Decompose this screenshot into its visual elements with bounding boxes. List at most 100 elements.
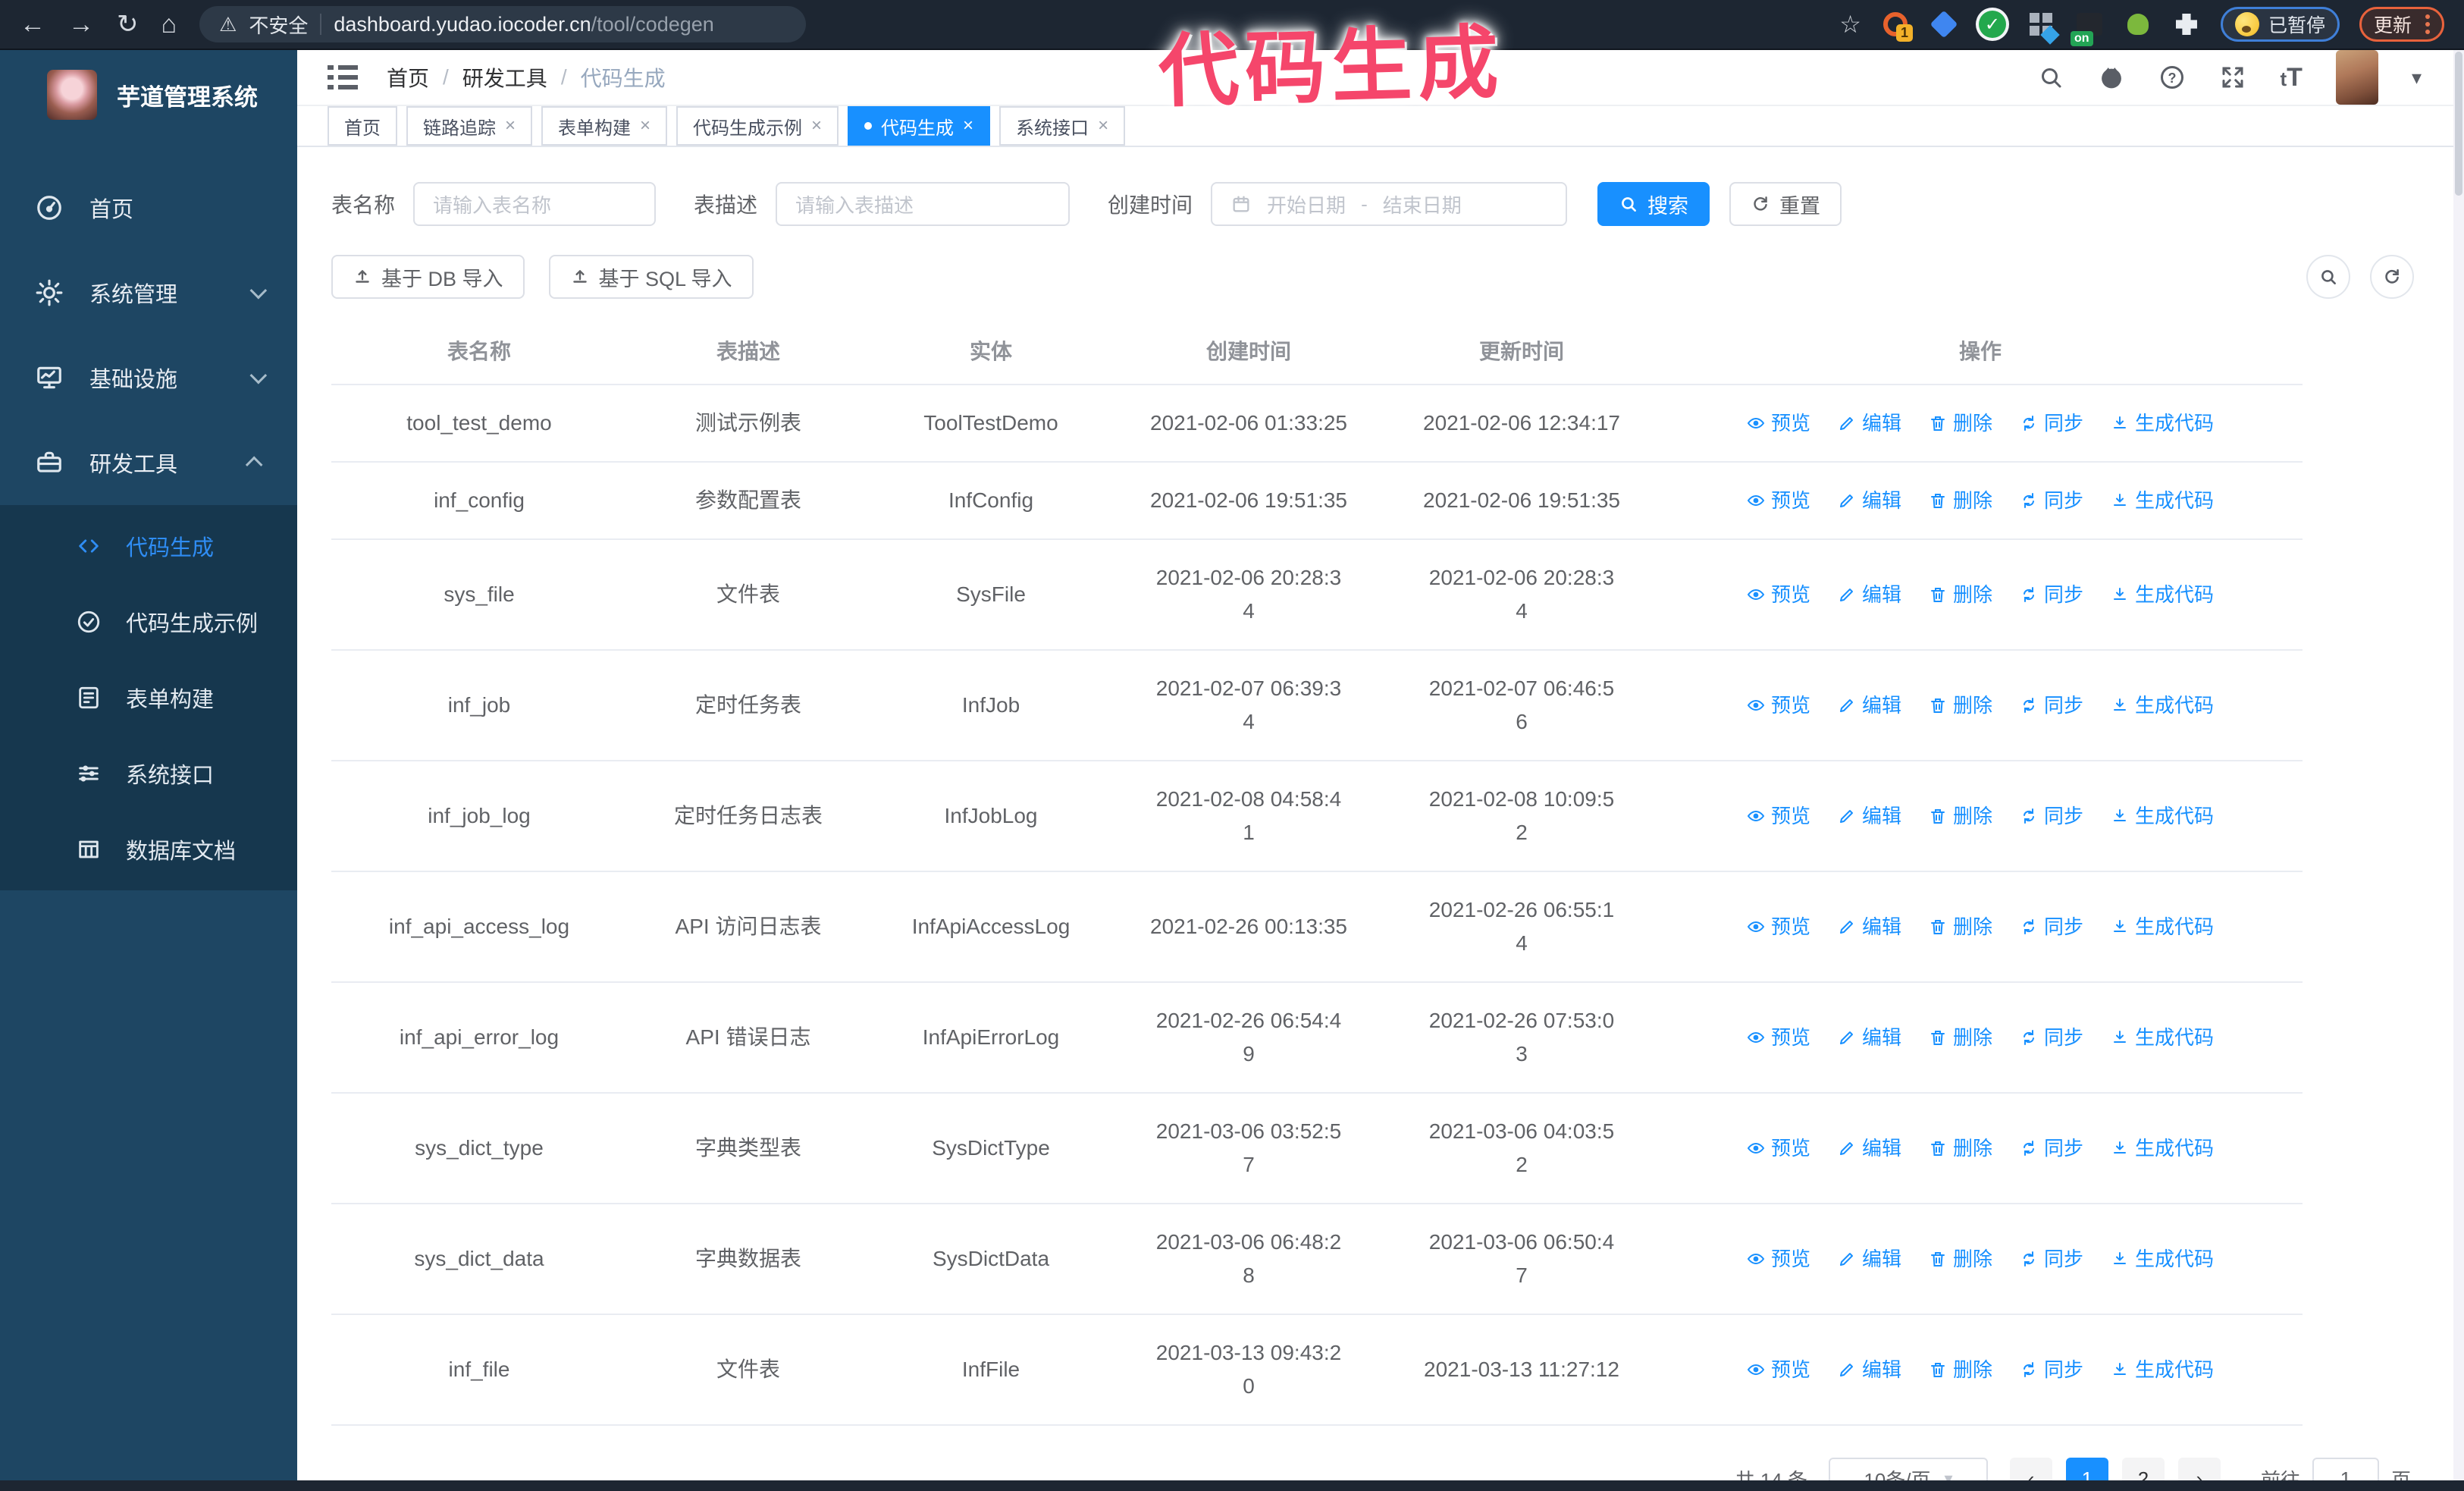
app-logo-row[interactable]: 芋道管理系统 [0, 50, 297, 137]
sidebar-subitem-5[interactable]: 数据库文档 [0, 811, 297, 887]
generate-code-link[interactable]: 生成代码 [2111, 799, 2214, 833]
sidebar-subitem-1[interactable]: 代码生成 [0, 508, 297, 584]
chevron-down-icon[interactable]: ▾ [2412, 66, 2422, 89]
sync-link[interactable]: 同步 [2020, 578, 2083, 611]
preview-link[interactable]: 预览 [1747, 406, 1810, 440]
import-db-button[interactable]: 基于 DB 导入 [331, 255, 525, 299]
extension-grid-icon[interactable] [2027, 10, 2055, 39]
breadcrumb-item[interactable]: 研发工具 [462, 62, 547, 93]
breadcrumb-item[interactable]: 首页 [387, 62, 429, 93]
generate-code-link[interactable]: 生成代码 [2111, 406, 2214, 440]
sync-link[interactable]: 同步 [2020, 1021, 2083, 1054]
import-sql-button[interactable]: 基于 SQL 导入 [548, 255, 754, 299]
delete-link[interactable]: 删除 [1929, 484, 1992, 517]
forward-icon[interactable]: → [68, 11, 94, 37]
sidebar-item-1[interactable]: 首页 [0, 165, 297, 250]
avatar[interactable] [2335, 50, 2378, 105]
extension-bug-icon[interactable] [2124, 10, 2152, 39]
edit-link[interactable]: 编辑 [1838, 1353, 1901, 1386]
bookmark-star-icon[interactable]: ☆ [1839, 10, 1861, 39]
sync-link[interactable]: 同步 [2020, 799, 2083, 833]
close-icon[interactable]: × [505, 117, 516, 135]
delete-link[interactable]: 删除 [1929, 689, 1992, 722]
sidebar-item-2[interactable]: 系统管理 [0, 250, 297, 335]
reset-button[interactable]: 重置 [1729, 182, 1842, 226]
generate-code-link[interactable]: 生成代码 [2111, 1242, 2214, 1276]
help-icon[interactable]: ? [2158, 64, 2186, 91]
extension-orange-icon[interactable]: 1 [1881, 10, 1913, 42]
edit-link[interactable]: 编辑 [1838, 1021, 1901, 1054]
edit-link[interactable]: 编辑 [1838, 689, 1901, 722]
table-name-input[interactable]: 请输入表名称 [413, 182, 657, 226]
sync-link[interactable]: 同步 [2020, 1353, 2083, 1386]
edit-link[interactable]: 编辑 [1838, 799, 1901, 833]
table-desc-input[interactable]: 请输入表描述 [776, 182, 1071, 226]
close-icon[interactable]: × [811, 117, 822, 135]
preview-link[interactable]: 预览 [1747, 799, 1810, 833]
extension-dark-icon[interactable]: on [2070, 10, 2104, 46]
scrollbar-thumb[interactable] [2455, 52, 2462, 196]
tab-6[interactable]: 系统接口 × [999, 106, 1126, 146]
generate-code-link[interactable]: 生成代码 [2111, 1021, 2214, 1054]
generate-code-link[interactable]: 生成代码 [2111, 910, 2214, 943]
sidebar-subitem-2[interactable]: 代码生成示例 [0, 584, 297, 660]
edit-link[interactable]: 编辑 [1838, 1132, 1901, 1165]
browser-update-button[interactable]: 更新 [2359, 7, 2444, 42]
refresh-table-button[interactable] [2370, 255, 2414, 299]
fullscreen-icon[interactable] [2219, 64, 2246, 91]
generate-code-link[interactable]: 生成代码 [2111, 578, 2214, 611]
generate-code-link[interactable]: 生成代码 [2111, 689, 2214, 722]
generate-code-link[interactable]: 生成代码 [2111, 1353, 2214, 1386]
preview-link[interactable]: 预览 [1747, 578, 1810, 611]
delete-link[interactable]: 删除 [1929, 1353, 1992, 1386]
delete-link[interactable]: 删除 [1929, 910, 1992, 943]
kebab-menu-icon[interactable] [2425, 14, 2430, 34]
preview-link[interactable]: 预览 [1747, 1353, 1810, 1386]
preview-link[interactable]: 预览 [1747, 1021, 1810, 1054]
edit-link[interactable]: 编辑 [1838, 484, 1901, 517]
edit-link[interactable]: 编辑 [1838, 1242, 1901, 1276]
close-icon[interactable]: × [1098, 117, 1108, 135]
sync-link[interactable]: 同步 [2020, 910, 2083, 943]
sidebar-item-3[interactable]: 基础设施 [0, 335, 297, 420]
tab-1[interactable]: 首页 [328, 106, 397, 146]
delete-link[interactable]: 删除 [1929, 578, 1992, 611]
sidebar-item-4[interactable]: 研发工具 [0, 420, 297, 505]
delete-link[interactable]: 删除 [1929, 1242, 1992, 1276]
preview-link[interactable]: 预览 [1747, 910, 1810, 943]
toggle-search-button[interactable] [2306, 255, 2350, 299]
delete-link[interactable]: 删除 [1929, 1021, 1992, 1054]
font-size-icon[interactable]: tT [2280, 63, 2302, 93]
search-button[interactable]: 搜索 [1597, 182, 1710, 226]
edit-link[interactable]: 编辑 [1838, 578, 1901, 611]
preview-link[interactable]: 预览 [1747, 484, 1810, 517]
sync-link[interactable]: 同步 [2020, 484, 2083, 517]
sync-link[interactable]: 同步 [2020, 1132, 2083, 1165]
delete-link[interactable]: 删除 [1929, 1132, 1992, 1165]
sidebar-subitem-4[interactable]: 系统接口 [0, 736, 297, 811]
sync-link[interactable]: 同步 [2020, 1242, 2083, 1276]
tab-2[interactable]: 链路追踪 × [406, 106, 533, 146]
hamburger-icon[interactable] [328, 65, 358, 89]
extension-check-icon[interactable]: ✓ [1978, 10, 2007, 39]
tab-3[interactable]: 表单构建 × [541, 106, 668, 146]
generate-code-link[interactable]: 生成代码 [2111, 484, 2214, 517]
delete-link[interactable]: 删除 [1929, 406, 1992, 440]
preview-link[interactable]: 预览 [1747, 689, 1810, 722]
home-icon[interactable]: ⌂ [161, 11, 177, 37]
search-icon[interactable] [2037, 64, 2064, 91]
preview-link[interactable]: 预览 [1747, 1242, 1810, 1276]
github-icon[interactable] [2098, 64, 2125, 91]
sync-link[interactable]: 同步 [2020, 689, 2083, 722]
tab-4[interactable]: 代码生成示例 × [676, 106, 839, 146]
sidebar-subitem-3[interactable]: 表单构建 [0, 660, 297, 736]
back-icon[interactable]: ← [20, 11, 45, 37]
close-icon[interactable]: × [963, 117, 973, 135]
profile-paused-chip[interactable]: 已暂停 [2220, 7, 2340, 42]
extension-gem-icon[interactable] [1930, 10, 1958, 39]
date-range-picker[interactable]: 开始日期 - 结束日期 [1211, 182, 1568, 226]
edit-link[interactable]: 编辑 [1838, 406, 1901, 440]
sync-link[interactable]: 同步 [2020, 406, 2083, 440]
generate-code-link[interactable]: 生成代码 [2111, 1132, 2214, 1165]
extension-puzzle-icon[interactable] [2172, 10, 2201, 39]
